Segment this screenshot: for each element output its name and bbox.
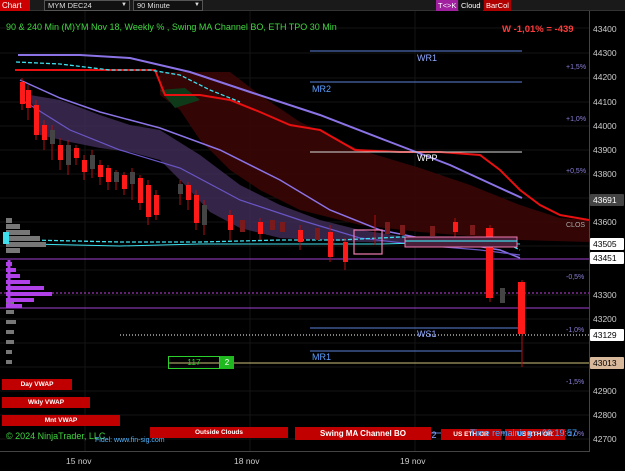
price-tick: 43200	[593, 314, 617, 324]
price-tick: 42700	[593, 434, 617, 444]
date-label: 18 nov	[234, 456, 260, 466]
price-tick: 44000	[593, 121, 617, 131]
price-tag-cloud: 43691	[590, 194, 624, 206]
date-label: 19 nov	[400, 456, 426, 466]
price-tag-lower: 43451	[590, 252, 624, 264]
pct-label: CLOS	[566, 222, 586, 229]
pct-label: +1,5%	[566, 64, 587, 71]
price-tick: 44200	[593, 72, 617, 82]
price-tick: 43300	[593, 290, 617, 300]
copyright: © 2024 NinjaTrader, LLC	[6, 431, 106, 441]
wkly-vwap-button[interactable]: Wkly VWAP	[2, 397, 90, 408]
price-tick: 43600	[593, 217, 617, 227]
price-chart-canvas[interactable]	[0, 0, 625, 471]
pct-label: -1,5%	[566, 379, 585, 386]
price-tick: 42900	[593, 386, 617, 396]
price-tag-last: 43129	[590, 329, 624, 341]
weekly-pnl-label: W -1,01% = -439	[502, 24, 574, 35]
pct-label: -1,0%	[566, 327, 585, 334]
ninjatrader-chart-window: Chart MYM DEC24 ▼ 90 Minute ▼ T<>K Cloud…	[0, 0, 625, 471]
pct-label: +0,5%	[566, 168, 587, 175]
price-tick: 43400	[593, 24, 617, 34]
price-tick: 42800	[593, 410, 617, 420]
pct-label: +1,0%	[566, 116, 587, 123]
outside-clouds-button[interactable]: Outside Clouds	[150, 427, 288, 438]
wr1-label: WR1	[417, 53, 437, 63]
price-tick: 44300	[593, 48, 617, 58]
counter-badge: 2	[220, 356, 234, 369]
price-tag-upper: 43505	[590, 238, 624, 250]
mr2-label: MR2	[312, 84, 332, 94]
date-label: 15 nov	[66, 456, 92, 466]
ws1-label: WS1	[417, 329, 437, 339]
bar-counter: 117	[168, 356, 220, 369]
price-tick: 43800	[593, 169, 617, 179]
chart-title: 90 & 240 Min (M)YM Nov 18, Weekly % , Sw…	[6, 22, 337, 32]
time-remaining: Time remaining = 00:19:57	[470, 428, 577, 438]
day-vwap-button[interactable]: Day VWAP	[2, 379, 72, 390]
swing-ma-channel-bo-button[interactable]: Swing MA Channel BO	[295, 427, 431, 440]
price-tick: 43900	[593, 145, 617, 155]
wpp-label: WPP	[417, 153, 438, 163]
price-tick: 44100	[593, 97, 617, 107]
mr1-label: MR1	[312, 352, 332, 362]
mnt-vwap-button[interactable]: Mnt VWAP	[2, 415, 120, 426]
pct-label: -0,5%	[566, 274, 585, 281]
price-tag-current: 43013	[590, 357, 624, 369]
footer-url: Fidel: www.fin-sig.com	[95, 437, 165, 444]
